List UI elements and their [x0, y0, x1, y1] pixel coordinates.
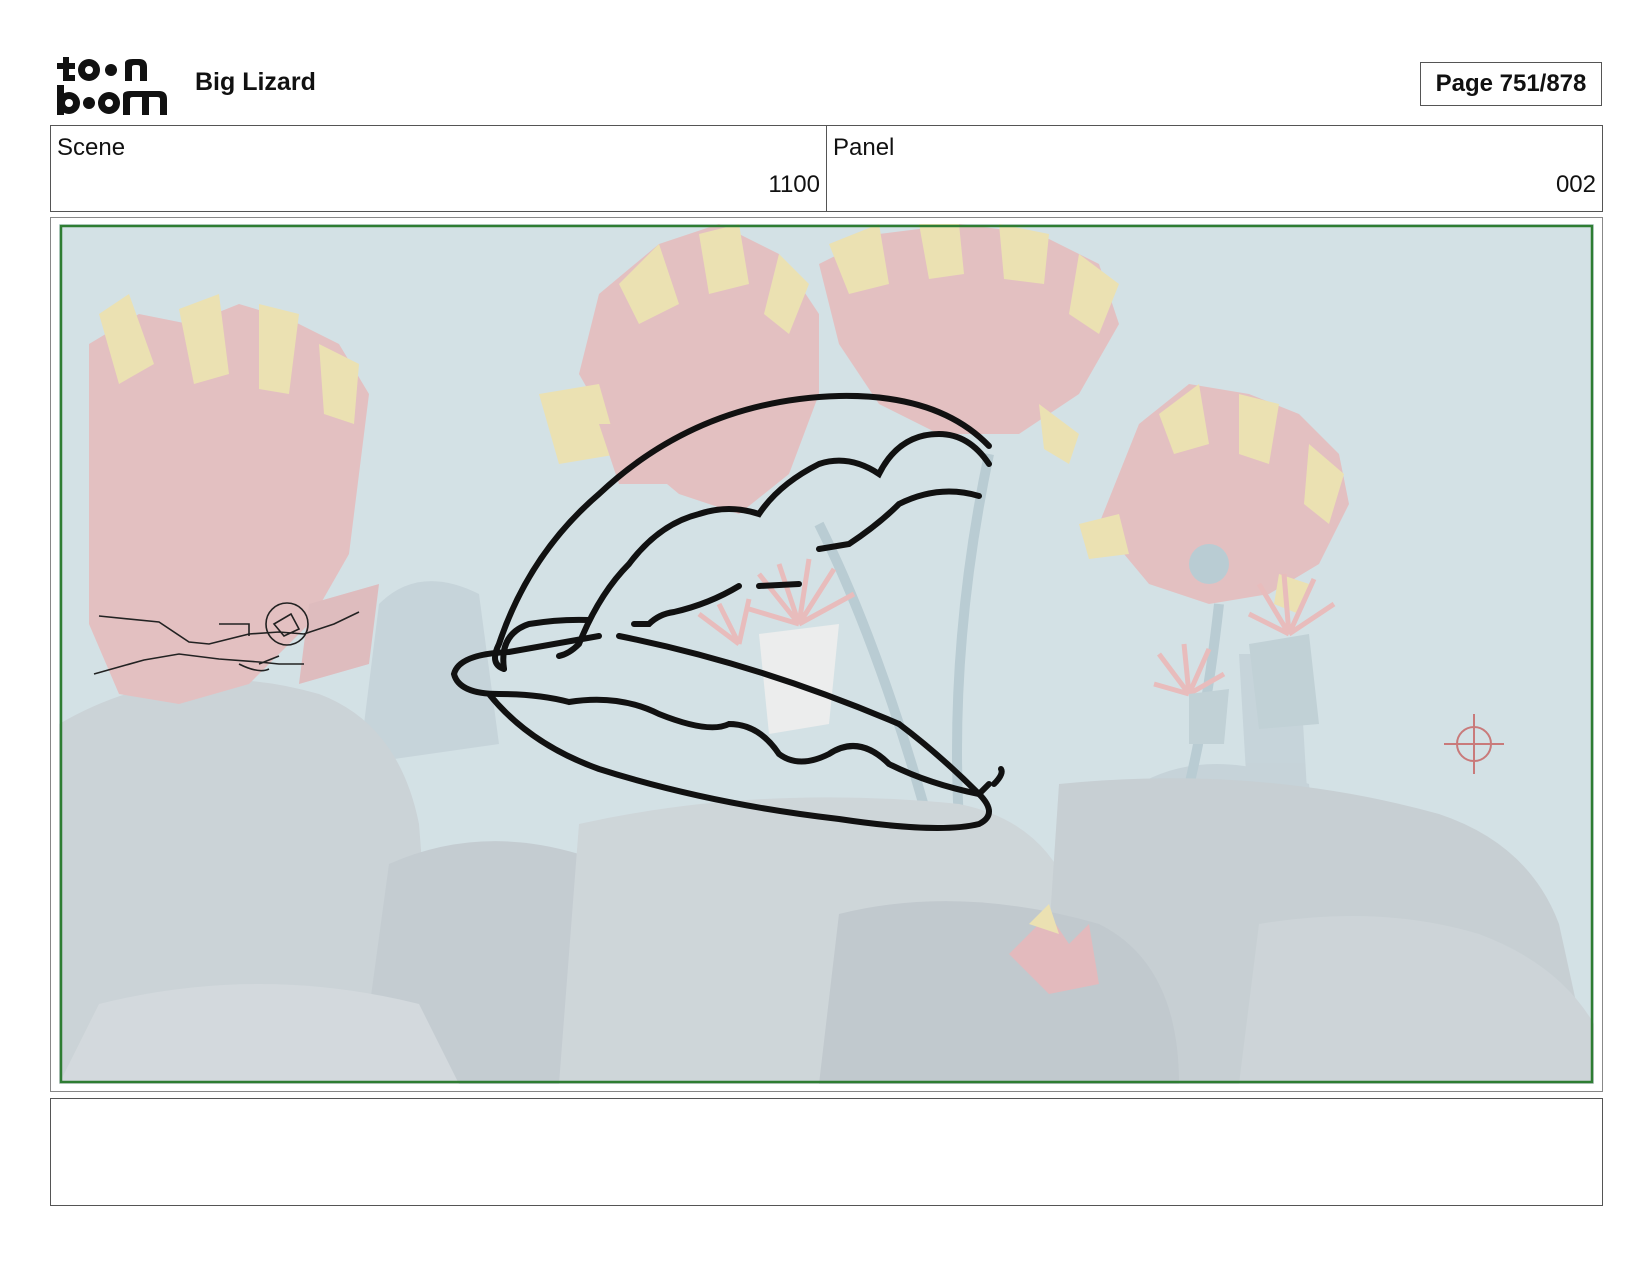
page-number: Page 751/878 — [1420, 62, 1602, 106]
scene-panel-info: Scene 1100 Panel 002 — [50, 125, 1603, 212]
scene-label: Scene — [57, 134, 126, 161]
panel-notes-box[interactable] — [50, 1098, 1603, 1206]
panel-cell: Panel 002 — [826, 126, 1602, 211]
panel-artwork — [59, 224, 1594, 1084]
scene-value: 1100 — [768, 171, 820, 198]
panel-label: Panel — [833, 134, 895, 161]
toon-boom-logo — [57, 57, 167, 115]
project-title: Big Lizard — [195, 68, 316, 96]
panel-value: 002 — [1555, 171, 1596, 198]
storyboard-panel[interactable] — [50, 217, 1603, 1092]
scene-cell: Scene 1100 — [51, 126, 826, 211]
